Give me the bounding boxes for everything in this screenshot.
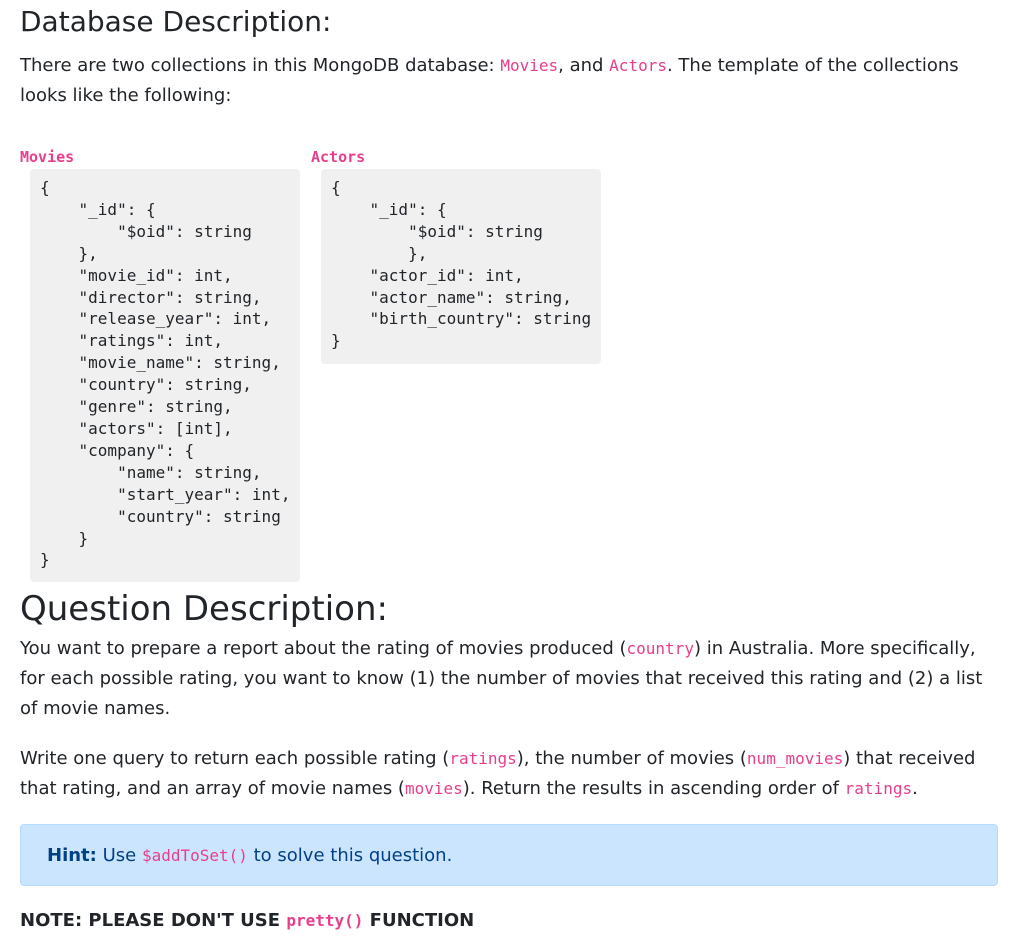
- pretty-code: pretty(): [286, 911, 364, 930]
- hint-alert: Hint: Use $addToSet() to solve this ques…: [20, 824, 998, 886]
- intro-text-2: , and: [558, 55, 610, 76]
- q1-text-a: You want to prepare a report about the r…: [20, 638, 627, 659]
- actors-schema-code-block: { "_id": { "$oid": string }, "actor_id":…: [321, 169, 601, 364]
- num-movies-code: num_movies: [746, 749, 844, 768]
- add-to-set-code: $addToSet(): [141, 846, 248, 865]
- q2-text-e: .: [912, 778, 918, 799]
- ratings-order-code: ratings: [844, 779, 913, 798]
- question-paragraph-1: You want to prepare a report about the r…: [20, 634, 1000, 724]
- schema-container: Movies { "_id": { "$oid": string }, "mov…: [20, 147, 1000, 587]
- actors-schema: Actors { "_id": { "$oid": string }, "act…: [311, 147, 601, 364]
- ratings-code: ratings: [449, 749, 517, 768]
- actors-collection-code: Actors: [609, 56, 667, 75]
- note-text-b: FUNCTION: [363, 910, 475, 931]
- database-description-heading: Database Description:: [20, 5, 332, 38]
- q2-text-b: ), the number of movies (: [516, 748, 747, 769]
- hint-text-b: to solve this question.: [247, 845, 453, 866]
- movies-schema-code-block: { "_id": { "$oid": string }, "movie_id":…: [30, 169, 300, 582]
- q2-text-d: ). Return the results in ascending order…: [462, 778, 845, 799]
- movies-schema-title: Movies: [20, 148, 75, 166]
- country-code: country: [626, 639, 694, 658]
- question-paragraph-2: Write one query to return each possible …: [20, 744, 1000, 804]
- intro-text-1: There are two collections in this MongoD…: [20, 55, 501, 76]
- question-description-heading: Question Description:: [20, 589, 388, 629]
- note-text: NOTE: PLEASE DON'T USE pretty() FUNCTION: [20, 908, 1000, 934]
- actors-schema-title: Actors: [311, 148, 366, 166]
- movies-schema: Movies { "_id": { "$oid": string }, "mov…: [20, 147, 300, 582]
- hint-label: Hint:: [47, 845, 97, 866]
- q2-text-a: Write one query to return each possible …: [20, 748, 450, 769]
- database-intro-paragraph: There are two collections in this MongoD…: [20, 51, 1000, 111]
- note-text-a: NOTE: PLEASE DON'T USE: [20, 910, 287, 931]
- movies-collection-code: Movies: [500, 56, 559, 75]
- movies-code: movies: [404, 779, 463, 798]
- hint-text-a: Use: [96, 845, 142, 866]
- page: Database Description: There are two coll…: [20, 0, 1000, 934]
